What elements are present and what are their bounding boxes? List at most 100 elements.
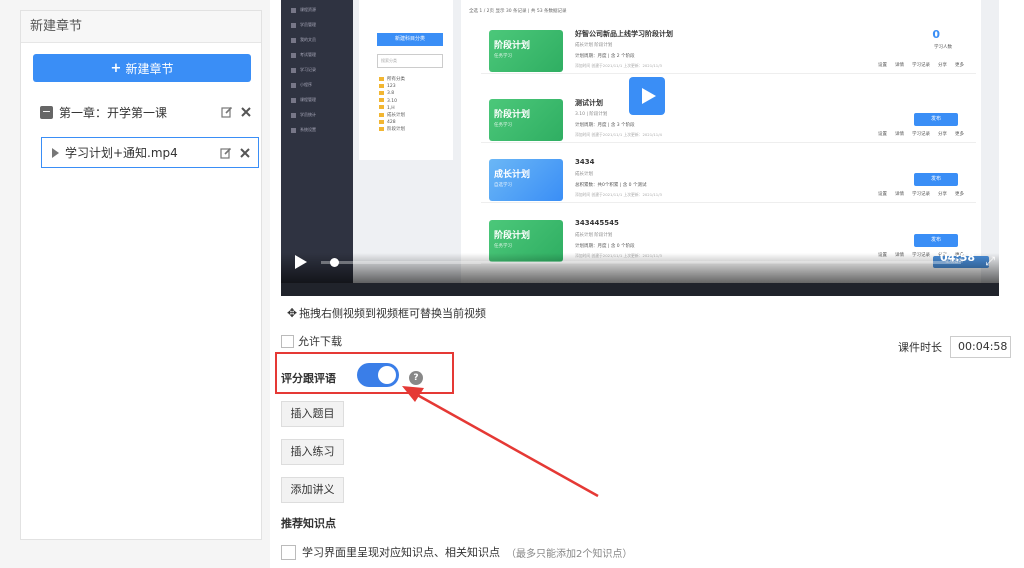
duration-field: 课件时长 00:04:58 [898,336,1011,358]
plan-card: 成长计划 自选学习 3434 成长计划总积累数：共0个积累 | 含 0 个测试添加时间… [481,151,976,203]
plan-meta: 总积累数：共0个积累 | 含 0 个测试 [575,183,647,188]
plan-title: 343445545 [575,219,619,227]
fullscreen-icon[interactable]: ⤢ [985,254,995,269]
allow-download-label: 允许下载 [298,335,342,348]
edit-icon[interactable] [221,106,233,118]
help-icon[interactable]: ? [409,371,423,385]
progress-handle[interactable] [329,258,339,267]
tree-search: 搜索分类 [377,54,443,68]
plan-action: 学习记录 [912,132,930,137]
plan-actions: 设置 详情 学习记录 分享 更多 [878,131,964,137]
plan-meta: 计划周期：月度 | 含 0 个阶段 [575,244,635,249]
app-nav-item: 学员管理 [281,17,353,32]
plan-date: 添加时间 创建于2021/11/1 上次更新：2021/11/4 [575,132,662,137]
plan-date: 添加时间 创建于2021/11/1 上次更新：2021/11/3 [575,63,662,68]
video-controls: 04:58 ⤢ [281,251,999,283]
insert-exercise-button[interactable]: 插入练习 [281,439,344,465]
edit-icon[interactable] [220,147,232,159]
plan-action: 设置 [878,192,887,197]
video-progress-bar[interactable] [321,261,961,264]
allow-download-checkbox[interactable] [281,334,294,348]
plus-icon: + [110,60,122,76]
tree-item: 所有分类 [379,76,405,83]
plan-publish-button: 发布 [914,113,958,126]
plan-thumbnail: 阶段计划 任务学习 [489,30,563,72]
recommend-note: （最多只能添加2个知识点） [506,548,633,560]
plan-action: 详情 [895,63,904,68]
video-player[interactable]: 课程资源 学员管理 我的文员 考试管理 学习记录 小程序 课程管理 学员统计 系统设置 新建科目… [281,0,999,296]
delete-icon[interactable] [240,147,250,158]
lesson-editor: 课程资源 学员管理 我的文员 考试管理 学习记录 小程序 课程管理 学员统计 系统设置 新建科目… [270,0,1024,568]
video-taskbar [281,283,999,296]
tree-item: 3.10 [379,98,405,105]
plan-tags: 成长计划 阶段计划 [575,233,613,238]
plan-learner-count: 0 [932,28,940,41]
plan-action: 分享 [938,132,947,137]
lesson-label: 学习计划+通知.mp4 [65,146,178,160]
plan-learner-label: 学习人数 [934,45,952,50]
chapter-label: 第一章：开学第一课 [59,105,168,120]
toggle-knob [378,366,396,384]
app-nav-item: 系统设置 [281,122,353,137]
new-chapter-button-label: 新建章节 [125,61,174,76]
app-nav-item: 课程管理 [281,92,353,107]
plan-meta: 计划周期：月度 | 含 3 个阶段 [575,123,635,128]
score-follow-toggle[interactable] [357,363,399,387]
list-toolbar: 全选 1 / 2页 显示 30 条记录 | 共 53 条数据记录 [469,9,567,14]
recommend-option[interactable]: 学习界面里呈现对应知识点、相关知识点 （最多只能添加2个知识点） [281,544,632,560]
plan-tags: 成长计划 阶段计划 [575,43,613,48]
plan-title: 3434 [575,158,595,166]
lesson-item-selected[interactable]: 学习计划+通知.mp4 [41,137,259,168]
plan-publish-button: 发布 [914,173,958,186]
plan-actions: 设置 详情 学习记录 分享 更多 [878,62,964,68]
plan-tags: 3.10 | 阶段计划 [575,112,608,117]
plan-date: 添加时间 创建于2021/11/1 上次更新：2021/11/3 [575,192,662,197]
recommend-option-label: 学习界面里呈现对应知识点、相关知识点 [302,546,500,559]
plan-title: 好智公司新品上线学习阶段计划 [575,30,673,38]
video-center-play-icon[interactable] [629,77,665,115]
plan-action: 更多 [955,192,964,197]
plan-card: 阶段计划 任务学习 测试计划 3.10 | 阶段计划 计划周期：月度 | 含 3 个阶段… [481,91,976,143]
app-nav-item: 小程序 [281,77,353,92]
category-tree: 新建科目分类 搜索分类 所有分类 123 3.8 3.10 1,H 成长计划 428 阶段计划 [359,0,453,160]
plan-action: 详情 [895,132,904,137]
tree-item: 428 [379,119,405,126]
recommend-title: 推荐知识点 [281,517,336,530]
new-chapter-button[interactable]: + 新建章节 [33,54,251,82]
tree-item: 成长计划 [379,112,405,119]
add-handout-button[interactable]: 添加讲义 [281,477,344,503]
video-frame: 课程资源 学员管理 我的文员 考试管理 学习记录 小程序 课程管理 学员统计 系统设置 新建科目… [281,0,999,283]
tree-item: 123 [379,83,405,90]
tree-new-category-button: 新建科目分类 [377,33,443,46]
tree-item: 1,H [379,105,405,112]
plan-action: 设置 [878,63,887,68]
play-button-icon[interactable] [295,255,307,269]
insert-question-button[interactable]: 插入题目 [281,401,344,427]
app-sidebar: 课程资源 学员管理 我的文员 考试管理 学习记录 小程序 课程管理 学员统计 系统设置 [281,0,353,283]
collapse-icon[interactable]: − [40,105,53,119]
plan-action: 更多 [955,132,964,137]
video-duration: 04:58 [939,251,975,264]
plan-tags: 成长计划 [575,172,593,177]
plan-list: 全选 1 / 2页 显示 30 条记录 | 共 53 条数据记录 阶段计划 任务学… [461,0,981,283]
delete-icon[interactable] [241,107,251,117]
recommend-checkbox[interactable] [281,544,296,560]
move-icon: ✥ [287,306,298,320]
plan-action: 分享 [938,63,947,68]
plan-action: 更多 [955,63,964,68]
play-icon [52,147,59,158]
app-nav-item: 学员统计 [281,107,353,122]
duration-input[interactable]: 00:04:58 [950,336,1011,358]
plan-action: 学习记录 [912,192,930,197]
panel-title: 新建章节 [21,11,261,43]
app-nav-item: 课程资源 [281,2,353,17]
plan-meta: 计划周期：月度 | 含 2 个阶段 [575,54,635,59]
plan-action: 设置 [878,132,887,137]
plan-action: 学习记录 [912,63,930,68]
plan-thumbnail: 成长计划 自选学习 [489,159,563,201]
chapter-item[interactable]: − 第一章：开学第一课 [33,97,259,127]
score-follow-label: 评分跟评语 [281,372,336,385]
plan-card: 阶段计划 任务学习 好智公司新品上线学习阶段计划 成长计划 阶段计划计划周期：月度 |… [481,22,976,74]
allow-download[interactable]: 允许下载 [281,333,342,349]
drag-hint-text: 拖拽右侧视频到视频框可替换当前视频 [299,307,487,320]
